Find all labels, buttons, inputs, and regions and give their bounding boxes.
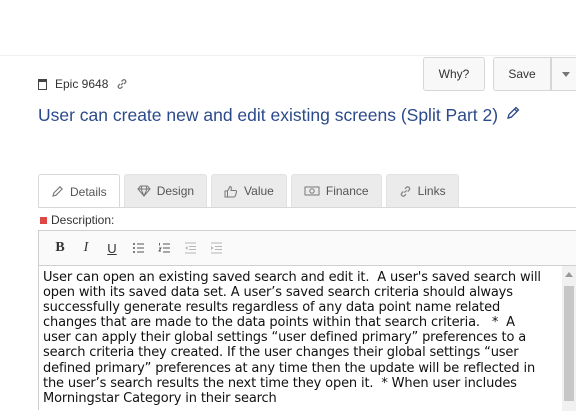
tab-details-label: Details bbox=[70, 184, 107, 199]
italic-button[interactable]: I bbox=[75, 237, 97, 259]
why-button-label: Why? bbox=[438, 67, 470, 81]
tab-links-label: Links bbox=[417, 184, 446, 198]
document-icon bbox=[38, 78, 47, 90]
tab-finance-label: Finance bbox=[325, 184, 369, 198]
underline-button[interactable]: U bbox=[101, 237, 123, 259]
scrollbar-thumb[interactable] bbox=[564, 286, 574, 401]
thumbs-up-icon bbox=[224, 185, 238, 197]
description-editor: B I U User can open an existing saved se… bbox=[38, 230, 576, 411]
scroll-up-arrow[interactable] bbox=[565, 272, 573, 277]
edit-pencil-icon[interactable] bbox=[505, 105, 521, 126]
tab-design[interactable]: Design bbox=[123, 174, 208, 207]
editor-toolbar: B I U bbox=[39, 231, 576, 266]
top-header-band bbox=[0, 0, 576, 56]
tab-design-label: Design bbox=[156, 184, 195, 198]
tab-finance[interactable]: Finance bbox=[290, 174, 382, 207]
tab-links[interactable]: Links bbox=[385, 174, 459, 207]
bulleted-list-icon[interactable] bbox=[127, 237, 149, 259]
diamond-icon bbox=[137, 185, 151, 197]
tab-divider bbox=[38, 207, 576, 208]
save-button-label: Save bbox=[508, 67, 536, 81]
why-button[interactable]: Why? bbox=[423, 57, 485, 91]
page-title-text: User can create new and edit existing sc… bbox=[38, 105, 499, 125]
indent-icon[interactable] bbox=[205, 237, 227, 259]
chevron-down-icon bbox=[562, 71, 570, 77]
description-label-text: Description: bbox=[51, 213, 115, 227]
tab-bar: Details Design Value Finance Links bbox=[38, 174, 459, 208]
link-icon bbox=[400, 185, 410, 197]
save-button[interactable]: Save bbox=[493, 57, 551, 91]
money-icon bbox=[304, 186, 320, 196]
description-label: Description: bbox=[40, 213, 114, 227]
breadcrumb: Epic 9648 bbox=[38, 77, 128, 91]
save-dropdown-toggle[interactable] bbox=[551, 57, 576, 91]
tab-value-label: Value bbox=[244, 184, 274, 198]
outdent-icon[interactable] bbox=[179, 237, 201, 259]
numbered-list-icon[interactable] bbox=[153, 237, 175, 259]
breadcrumb-epic-label: Epic 9648 bbox=[55, 77, 109, 91]
tab-details[interactable]: Details bbox=[38, 174, 120, 208]
required-marker bbox=[40, 216, 47, 224]
bold-button[interactable]: B bbox=[49, 237, 71, 259]
tab-value[interactable]: Value bbox=[211, 174, 287, 207]
page-title: User can create new and edit existing sc… bbox=[38, 105, 521, 126]
link-icon[interactable] bbox=[116, 78, 128, 90]
editor-scrollbar[interactable] bbox=[562, 266, 576, 411]
pencil-icon bbox=[52, 186, 63, 197]
description-text-area[interactable]: User can open an existing saved search a… bbox=[39, 266, 549, 411]
